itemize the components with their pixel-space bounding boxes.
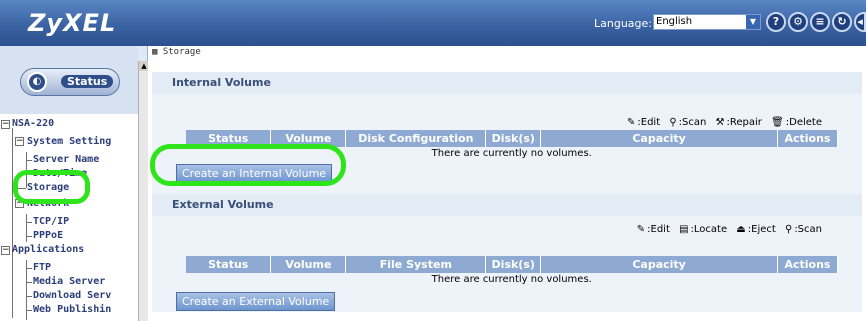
tree-connector (26, 160, 32, 161)
external-legend: ✎:Edit ▤:Locate ⏏:Eject ⚲:Scan (631, 224, 822, 235)
legend-scan: :Scan (678, 117, 707, 128)
tree-connector (26, 236, 32, 237)
delete-icon: 🗑 (771, 117, 784, 128)
wizard-icon[interactable]: ⚙ (788, 12, 808, 32)
breadcrumb-storage: Storage (162, 47, 201, 57)
internal-volume-title: Internal Volume (152, 72, 862, 94)
tree-item-media-server[interactable]: Media Server (33, 276, 105, 287)
main-content: ▦ Storage Internal Volume ✎:Edit ⚲:Scan … (148, 46, 866, 321)
legend-eject: :Eject (747, 224, 776, 235)
column-actions: Actions (777, 256, 839, 273)
tree-item-network[interactable]: Network (27, 198, 69, 209)
tree-connector (26, 260, 27, 320)
tree-connector (26, 174, 32, 175)
column-disks: Disk(s) (485, 256, 542, 273)
help-icon[interactable]: ? (766, 12, 786, 32)
table-row: There are currently no volumes. (186, 273, 838, 286)
sidebar-scrollbar[interactable]: ▲ (138, 61, 149, 321)
column-actions: Actions (777, 130, 839, 147)
tree-item-web-publishing[interactable]: Web Publishin (33, 304, 111, 315)
external-volume-panel: ✎:Edit ▤:Locate ⏏:Eject ⚲:Scan Status Vo… (152, 216, 862, 312)
scan-icon: ⚲ (669, 117, 677, 128)
empty-message: There are currently no volumes. (431, 274, 592, 285)
tree-item-tcpip[interactable]: TCP/IP (33, 216, 69, 227)
legend-edit: :Edit (637, 117, 661, 128)
navigation-tree: − NSA-220 − System Setting Server Name D… (0, 114, 138, 321)
grid-icon: ▦ (152, 47, 158, 57)
logout-icon[interactable]: ◂ (854, 12, 866, 32)
table-row: There are currently no volumes. (186, 147, 838, 160)
refresh-icon[interactable]: ↻ (832, 12, 852, 32)
locate-icon: ▤ (679, 224, 689, 235)
column-volume: Volume (270, 130, 347, 147)
table-header-row: Status Volume File System Disk(s) Capaci… (186, 256, 839, 273)
sidebar: ◐ Status ▲ − NSA-220 − System Setting Se… (0, 46, 149, 321)
collapse-system-setting-icon[interactable]: − (15, 137, 24, 146)
column-capacity: Capacity (540, 130, 778, 147)
tree-item-nsa-220[interactable]: NSA-220 (12, 118, 54, 129)
language-label: Language: (594, 17, 652, 30)
legend-repair: :Repair (726, 117, 762, 128)
internal-volume-table: Status Volume Disk Configuration Disk(s)… (186, 130, 839, 160)
create-external-volume-button[interactable]: Create an External Volume (176, 292, 336, 311)
legend-scan: :Scan (794, 224, 822, 235)
create-internal-volume-button[interactable]: Create an Internal Volume (176, 164, 333, 183)
tree-item-ftp[interactable]: FTP (33, 262, 51, 273)
column-capacity: Capacity (540, 256, 778, 273)
tree-connector (26, 282, 32, 283)
status-area: ◐ Status (0, 46, 138, 114)
tree-item-storage[interactable]: Storage (27, 182, 69, 193)
column-disks: Disk(s) (485, 130, 542, 147)
edit-icon: ✎ (627, 117, 636, 128)
column-volume: Volume (270, 256, 347, 273)
collapse-network-icon[interactable]: − (15, 199, 24, 208)
tree-connector (26, 296, 32, 297)
tree-item-pppoe[interactable]: PPPoE (33, 230, 63, 241)
empty-message: There are currently no volumes. (431, 148, 592, 159)
language-select[interactable]: English ▼ (653, 14, 761, 30)
tree-item-server-name[interactable]: Server Name (33, 154, 99, 165)
internal-volume-panel: ✎:Edit ⚲:Scan ⚒:Repair 🗑:Delete Status V… (152, 94, 862, 194)
tree-connector (12, 188, 26, 189)
tree-item-download-service[interactable]: Download Serv (33, 290, 111, 301)
status-label: Status (61, 75, 114, 88)
external-volume-title: External Volume (152, 194, 862, 216)
table-header-row: Status Volume Disk Configuration Disk(s)… (186, 130, 839, 147)
external-volume-table: Status Volume File System Disk(s) Capaci… (186, 256, 839, 286)
language-value: English (656, 16, 693, 27)
top-header: ZyXEL Language: English ▼ ? ⚙ ≡ ↻ ◂ (0, 0, 866, 46)
tree-item-date-time[interactable]: Date/Time (33, 168, 87, 179)
repair-icon: ⚒ (715, 117, 725, 128)
legend-delete: :Delete (785, 117, 822, 128)
column-disk-configuration: Disk Configuration (345, 130, 487, 147)
zyxel-logo: ZyXEL (28, 9, 117, 37)
edit-icon: ✎ (636, 224, 646, 235)
column-file-system: File System (345, 256, 487, 273)
status-icon: ◐ (27, 72, 47, 92)
column-status: Status (186, 130, 272, 147)
legend-locate: :Locate (690, 224, 728, 235)
eject-icon: ⏏ (736, 224, 746, 235)
status-button[interactable]: ◐ Status (20, 68, 120, 96)
legend-edit: :Edit (647, 224, 670, 235)
internal-legend: ✎:Edit ⚲:Scan ⚒:Repair 🗑:Delete (621, 117, 822, 128)
chevron-down-icon[interactable]: ▼ (746, 15, 760, 29)
tree-item-applications[interactable]: Applications (12, 244, 84, 255)
tree-connector (26, 268, 32, 269)
collapse-applications-icon[interactable]: − (1, 246, 10, 255)
collapse-root-icon[interactable]: − (1, 120, 10, 129)
scan-icon: ⚲ (784, 224, 793, 235)
tree-connector (26, 214, 27, 242)
document-icon[interactable]: ≡ (810, 12, 830, 32)
tree-item-system-setting[interactable]: System Setting (27, 136, 111, 147)
breadcrumb: ▦ Storage (152, 47, 201, 57)
column-status: Status (186, 256, 272, 273)
tree-connector (12, 128, 13, 318)
tree-connector (26, 222, 32, 223)
tree-connector (26, 310, 32, 311)
